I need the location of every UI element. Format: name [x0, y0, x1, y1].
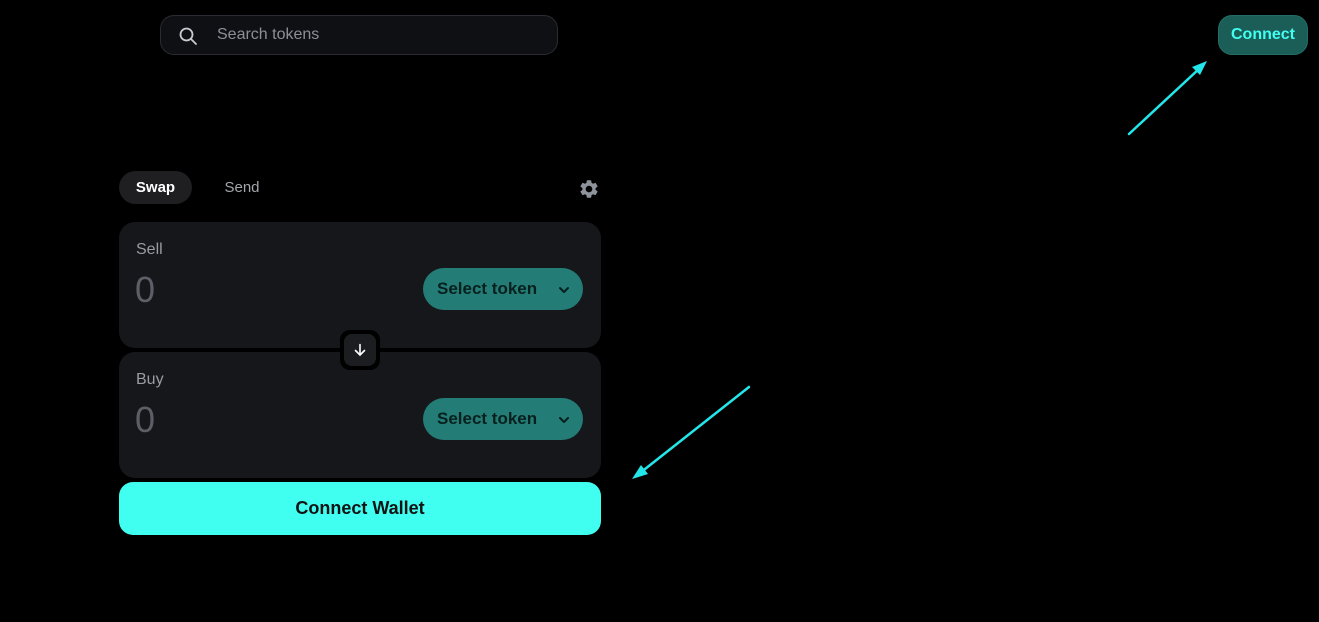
buy-select-token-label: Select token [437, 409, 538, 428]
annotation-arrow-connect [1127, 61, 1207, 136]
buy-panel: Buy 0 Select token [119, 352, 601, 478]
sell-label: Sell [136, 241, 163, 258]
tab-send-label: Send [224, 179, 260, 196]
search-icon [179, 27, 197, 45]
connect-button-label: Connect [1231, 26, 1295, 43]
swap-direction-button[interactable] [340, 330, 380, 370]
buy-label: Buy [136, 371, 164, 388]
buy-amount-input[interactable]: 0 [135, 400, 385, 440]
search-bar[interactable] [160, 15, 558, 55]
connect-wallet-button[interactable]: Connect Wallet [119, 482, 601, 535]
tab-swap[interactable]: Swap [119, 171, 192, 204]
buy-select-token-button[interactable]: Select token [423, 398, 583, 440]
chevron-down-icon [559, 417, 569, 423]
connect-button[interactable]: Connect [1218, 15, 1308, 55]
sell-select-token-label: Select token [437, 279, 538, 298]
search-input[interactable] [217, 16, 547, 54]
tab-send[interactable]: Send [210, 171, 274, 204]
swap-direction-inner [344, 334, 376, 366]
chevron-down-icon [559, 287, 569, 293]
sell-select-token-button[interactable]: Select token [423, 268, 583, 310]
annotation-arrow-connect-wallet [632, 385, 751, 479]
sell-amount-input[interactable]: 0 [135, 270, 385, 310]
gear-icon[interactable] [578, 178, 600, 200]
arrow-down-icon [354, 343, 366, 356]
app-root: Connect Swap Send Sell 0 Select token Bu… [0, 0, 1319, 622]
connect-wallet-label: Connect Wallet [295, 498, 425, 518]
tab-swap-label: Swap [135, 179, 176, 196]
